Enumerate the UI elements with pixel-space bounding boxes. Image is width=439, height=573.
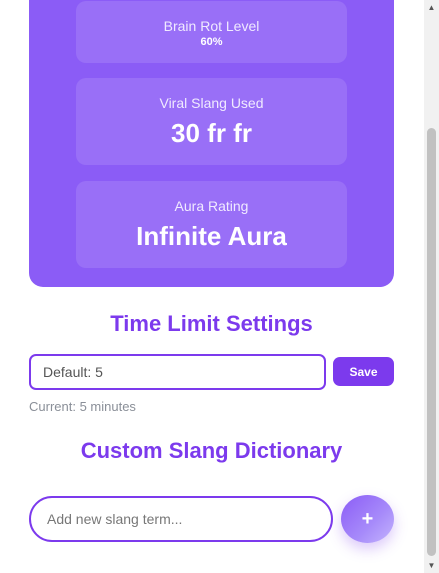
brain-rot-label: Brain Rot Level: [163, 18, 260, 34]
viral-slang-label: Viral Slang Used: [159, 95, 264, 111]
scroll-up-icon[interactable]: ▲: [424, 0, 439, 15]
time-limit-title: Time Limit Settings: [110, 311, 313, 336]
brain-rot-stat: Brain Rot Level 60%: [76, 1, 347, 63]
current-limit-text: Current: 5 minutes: [29, 399, 136, 414]
aura-stat: Aura Rating Infinite Aura: [76, 181, 347, 268]
viewport: Brain Rot Level 60% Viral Slang Used 30 …: [0, 0, 439, 573]
scrollbar[interactable]: ▲ ▼: [424, 0, 439, 573]
save-button[interactable]: Save: [333, 357, 394, 386]
slang-term-input[interactable]: [29, 496, 333, 542]
add-slang-button[interactable]: +: [341, 495, 394, 543]
page-content: Brain Rot Level 60% Viral Slang Used 30 …: [0, 0, 424, 573]
stats-card: Brain Rot Level 60% Viral Slang Used 30 …: [29, 0, 394, 287]
time-limit-input[interactable]: [29, 354, 326, 390]
viral-slang-stat: Viral Slang Used 30 fr fr: [76, 78, 347, 165]
scroll-down-icon[interactable]: ▼: [424, 558, 439, 573]
viral-slang-value: 30 fr fr: [171, 118, 252, 148]
aura-value: Infinite Aura: [136, 221, 287, 251]
scroll-thumb[interactable]: [427, 128, 436, 556]
slang-dictionary-title: Custom Slang Dictionary: [80, 438, 343, 463]
brain-rot-value: 60%: [200, 36, 223, 48]
aura-label: Aura Rating: [174, 198, 249, 214]
